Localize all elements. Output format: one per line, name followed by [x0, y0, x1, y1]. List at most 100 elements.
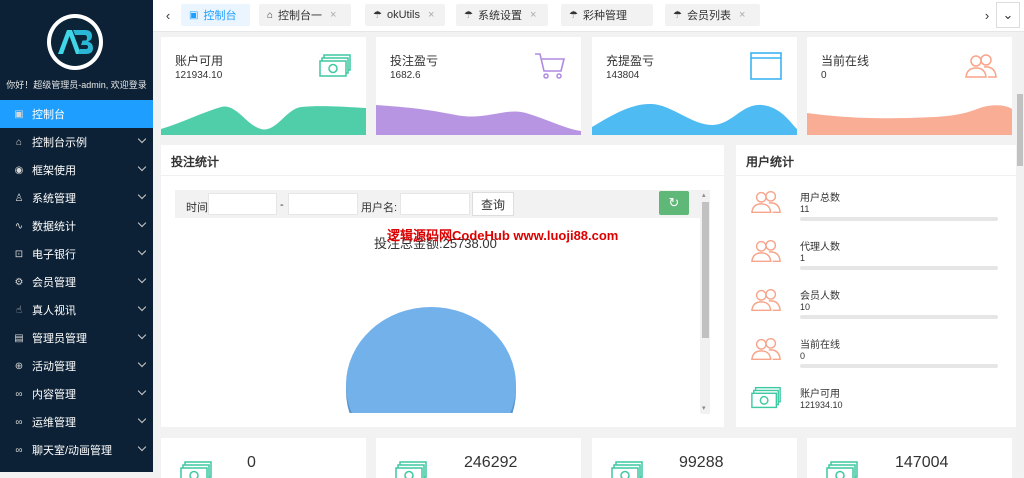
user-stat-label: 当前在线: [800, 336, 840, 351]
user-stat-value: 1: [800, 253, 805, 263]
tab-4[interactable]: ☂彩种管理: [561, 4, 653, 26]
sidebar-item-0[interactable]: ▣控制台: [0, 100, 153, 128]
stat-value: 1682.6: [390, 70, 421, 81]
chevron-down-icon: [138, 135, 146, 143]
tab-bar: ‹ ▣控制台⌂控制台一×☂okUtils×☂系统设置×☂彩种管理☂会员列表× ›…: [153, 0, 1024, 32]
chevron-left-icon: ‹: [166, 8, 170, 23]
sidebar-menu: ▣控制台⌂控制台示例◉框架使用♙系统管理∿数据统计 ⊡ 电子银行 ⚙会员管理☝真人视讯…: [0, 100, 153, 464]
user-stat-row: 代理人数 1: [750, 236, 980, 281]
sidebar-item-label: 活动管理: [32, 358, 76, 374]
scroll-up-arrow[interactable]: ▴: [702, 191, 706, 199]
close-icon[interactable]: ×: [330, 9, 336, 21]
user-stat-row: 账户可用 121934.10: [750, 383, 980, 427]
sidebar: 你好！超级管理员-admin, 欢迎登录 ▣控制台⌂控制台示例◉框架使用♙系统管…: [0, 0, 153, 472]
page-scrollbar[interactable]: [1016, 32, 1024, 472]
progress-bar: [800, 364, 998, 368]
chevron-down-icon: [138, 275, 146, 283]
user-icon: ♙: [12, 193, 26, 204]
sidebar-item-6[interactable]: ⚙会员管理: [0, 268, 153, 296]
tab-label: 会员列表: [687, 7, 731, 23]
sidebar-item-3[interactable]: ♙系统管理: [0, 184, 153, 212]
sidebar-item-label: 真人视讯: [32, 302, 76, 318]
sidebar-item-1[interactable]: ⌂控制台示例: [0, 128, 153, 156]
umbrella-icon: ☂: [673, 10, 682, 21]
infinity-icon: ∞: [12, 417, 26, 428]
sidebar-item-9[interactable]: ⊕活动管理: [0, 352, 153, 380]
user-stats-panel: 用户统计 用户总数 11 代理人数 1 会员人数 10 当前在线 0 账户可用 …: [736, 145, 1016, 427]
stat-value: 143804: [606, 70, 639, 81]
tab-label: okUtils: [387, 9, 420, 21]
scroll-down-arrow[interactable]: ▾: [702, 404, 706, 412]
user-stat-label: 代理人数: [800, 238, 840, 253]
sidebar-item-10[interactable]: ∞内容管理: [0, 380, 153, 408]
close-icon[interactable]: ×: [428, 9, 434, 21]
sidebar-item-8[interactable]: ▤管理员管理: [0, 324, 153, 352]
tab-label: 控制台一: [278, 7, 322, 23]
chevron-down-icon: [138, 191, 146, 199]
chevron-down-icon: [138, 359, 146, 367]
tabs-next-button[interactable]: ›: [976, 4, 998, 26]
sidebar-item-2[interactable]: ◉框架使用: [0, 156, 153, 184]
umbrella-icon: ☂: [464, 10, 473, 21]
tabs-prev-button[interactable]: ‹: [157, 4, 179, 26]
progress-bar: [800, 315, 998, 319]
stat-wave: [161, 95, 366, 135]
umbrella-icon: ☂: [569, 10, 578, 21]
sidebar-item-4[interactable]: ∿数据统计: [0, 212, 153, 240]
bank-icon: ⊡: [12, 249, 26, 260]
users-icon: [750, 334, 782, 367]
tabs-more-button[interactable]: ⌄: [996, 2, 1020, 28]
chart-clip: [161, 413, 701, 427]
tab-2[interactable]: ☂ okUtils ×: [365, 4, 445, 26]
sidebar-item-11[interactable]: ∞ 运维管理: [0, 408, 153, 436]
sidebar-item-label: 管理员管理: [32, 330, 87, 346]
user-stat-label: 用户总数: [800, 189, 840, 204]
users-icon: [750, 236, 782, 269]
page-scrollbar-thumb[interactable]: [1017, 94, 1023, 166]
umbrella-icon: ☂: [373, 10, 382, 21]
pie-slice[interactable]: [346, 307, 516, 427]
progress-bar: [800, 217, 998, 221]
sidebar-item-5[interactable]: ⊡ 电子银行: [0, 240, 153, 268]
chevron-down-icon: [138, 163, 146, 171]
chevron-down-icon: [138, 303, 146, 311]
stat-card-3: 当前在线 0: [807, 37, 1012, 135]
logo: [47, 14, 103, 70]
tab-1[interactable]: ⌂控制台一×: [259, 4, 351, 26]
stat-card-1: 投注盈亏 1682.6: [376, 37, 581, 135]
close-icon[interactable]: ×: [739, 9, 745, 21]
money-icon: [394, 458, 428, 478]
chevron-right-icon: ›: [985, 8, 989, 23]
infinity-icon: ∞: [12, 445, 26, 456]
window-icon: [749, 51, 783, 84]
sidebar-item-label: 电子银行: [32, 246, 76, 262]
monitor-icon: ▣: [12, 109, 26, 120]
chevron-down-icon: [138, 387, 146, 395]
summary-value: 246292: [464, 454, 517, 472]
chevron-down-icon: [138, 247, 146, 255]
infinity-icon: ∞: [12, 389, 26, 400]
tab-0[interactable]: ▣控制台: [181, 4, 250, 26]
summary-card-2: 99288: [592, 438, 797, 478]
chevron-down-icon: ⌄: [1003, 7, 1014, 23]
sidebar-item-7[interactable]: ☝真人视讯: [0, 296, 153, 324]
stat-card-0: 账户可用 121934.10: [161, 37, 366, 135]
sidebar-item-label: 会员管理: [32, 274, 76, 290]
stat-card-2: 充提盈亏 143804: [592, 37, 797, 135]
chevron-down-icon: [138, 331, 146, 339]
tab-3[interactable]: ☂系统设置×: [456, 4, 548, 26]
pie-chart: [161, 145, 701, 427]
summary-value: 99288: [679, 454, 724, 472]
chevron-down-icon: [138, 415, 146, 423]
stat-title: 投注盈亏: [390, 52, 438, 69]
sidebar-item-label: 运维管理: [32, 414, 76, 430]
tab-5[interactable]: ☂ 会员列表 ×: [665, 4, 760, 26]
close-icon[interactable]: ×: [530, 9, 536, 21]
panel-scrollbar-thumb[interactable]: [702, 202, 709, 338]
money-icon: [750, 383, 782, 416]
sidebar-item-12[interactable]: ∞ 聊天室/动画管理: [0, 436, 153, 464]
stat-title: 账户可用: [175, 52, 223, 69]
summary-card-1: 246292: [376, 438, 581, 478]
stat-wave: [592, 95, 797, 135]
sidebar-item-label: 聊天室/动画管理: [32, 442, 112, 458]
